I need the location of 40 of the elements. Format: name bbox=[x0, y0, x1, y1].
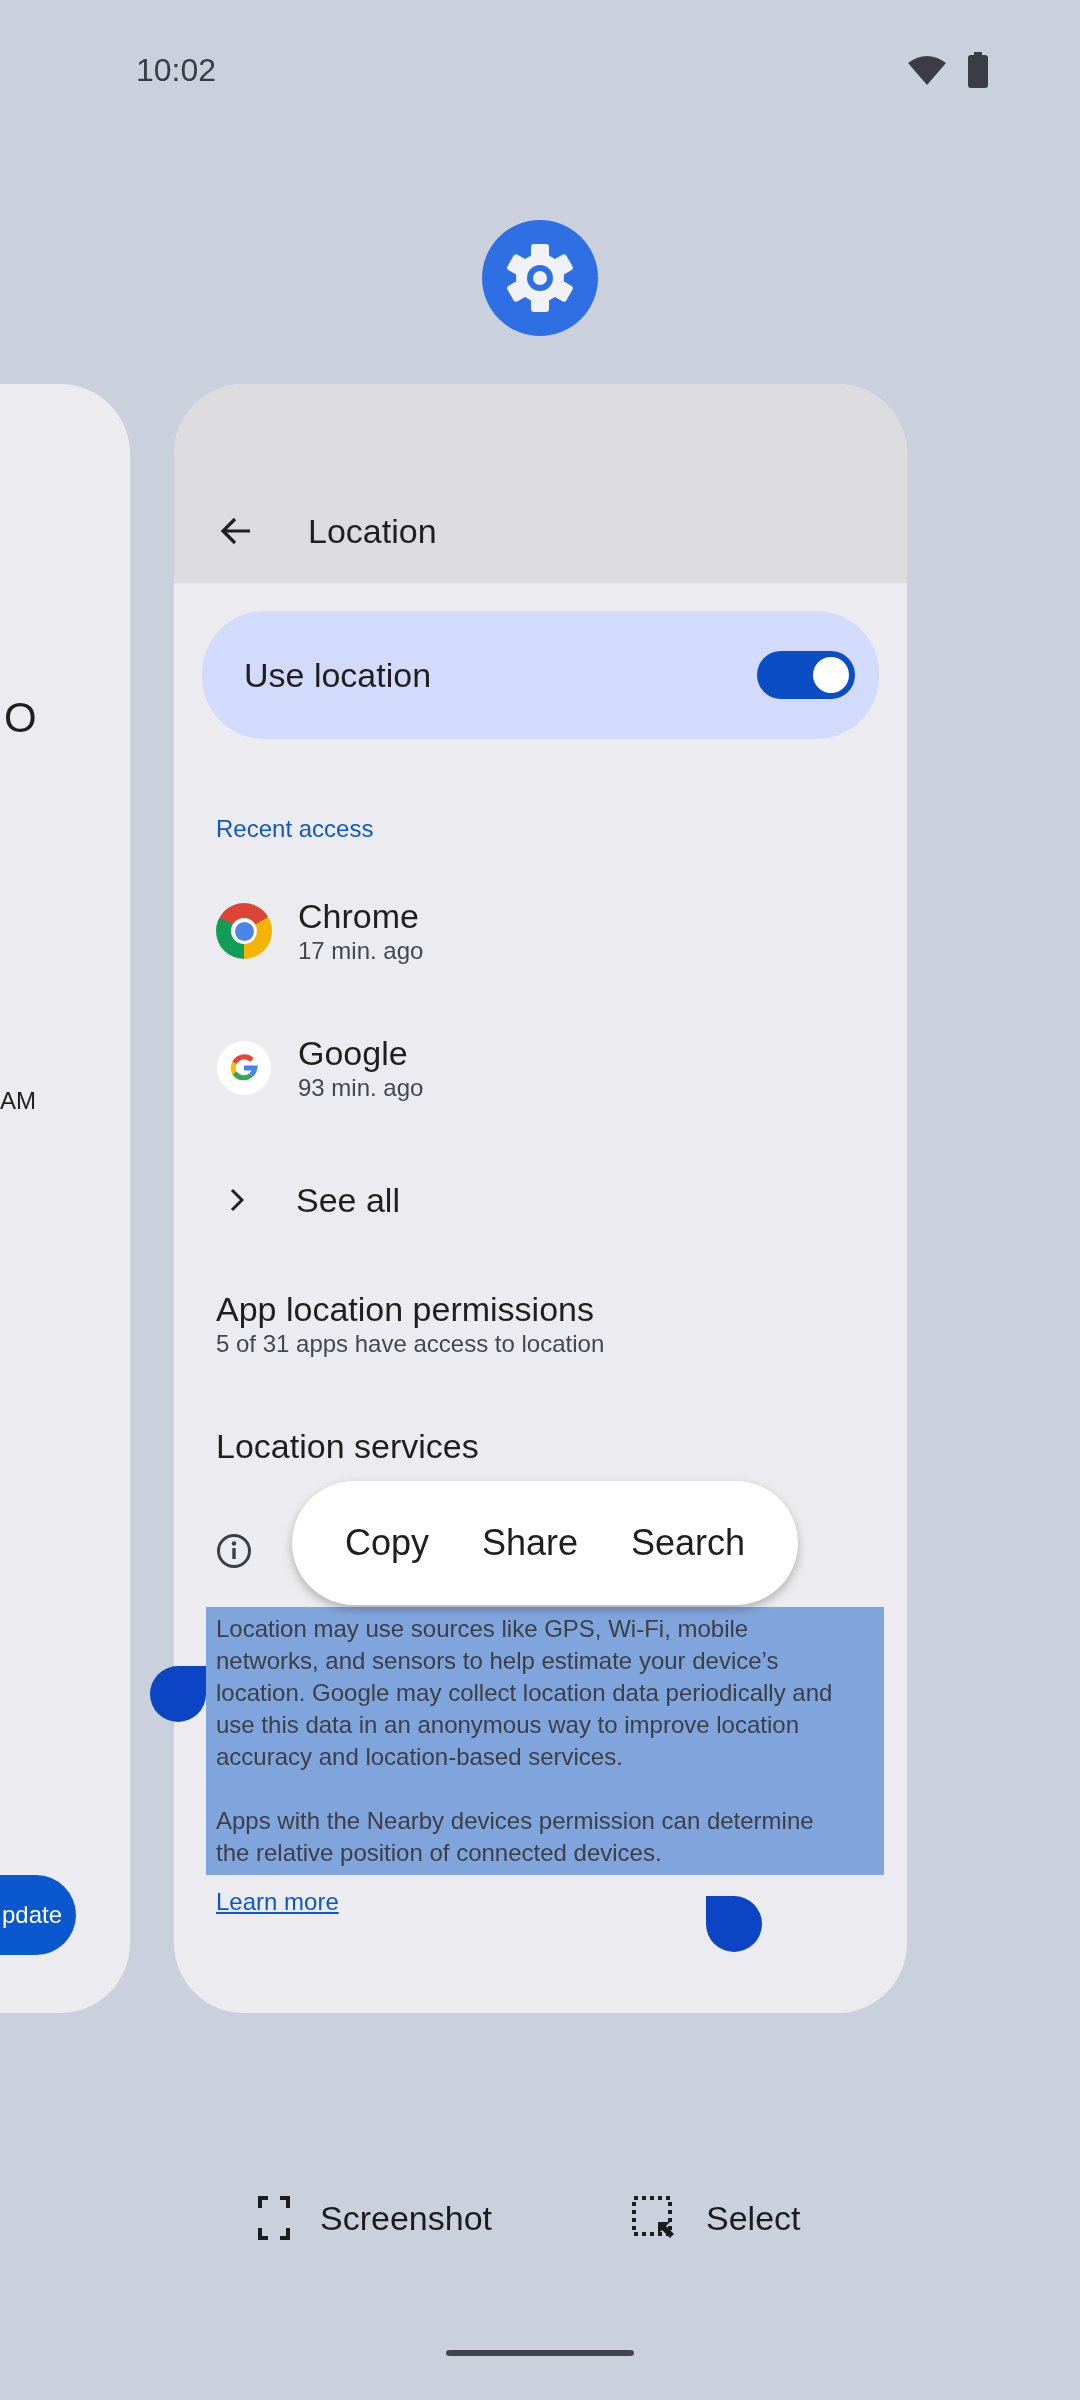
use-location-label: Use location bbox=[244, 655, 432, 695]
settings-icon[interactable] bbox=[482, 220, 598, 336]
update-button[interactable]: pdate bbox=[0, 1875, 76, 1955]
chevron-icon bbox=[230, 1188, 244, 1212]
card-time: AM bbox=[0, 1087, 36, 1115]
item-title: App location permissions bbox=[216, 1289, 595, 1329]
recent-app-item[interactable]: Google 93 min. ago bbox=[216, 1033, 424, 1103]
location-services-item[interactable]: Location services bbox=[216, 1426, 479, 1466]
battery-icon bbox=[968, 52, 988, 88]
description-text: Location may use sources like GPS, Wi-Fi, mobile networks, and sensors to help estimate your device’s location. Google may collect location data periodically and use this data in an anonymous way to improve location accuracy and location-based services. Apps with the Nearby devices permission can determine the relative position of connected devices. bbox=[206, 1607, 884, 1875]
menu-item[interactable]: Share bbox=[481, 1522, 578, 1564]
app-card[interactable]: O AM pdate bbox=[0, 384, 130, 2013]
app-name: Google bbox=[298, 1033, 409, 1073]
learn-more-link[interactable]: Learn more bbox=[216, 1887, 339, 1917]
access-time: 93 min. ago bbox=[298, 1073, 424, 1103]
menu-item[interactable]: Search bbox=[630, 1522, 745, 1564]
settings-card[interactable] bbox=[174, 384, 907, 2013]
use-location-row[interactable]: Use location bbox=[202, 611, 879, 739]
selection-handle[interactable] bbox=[150, 1666, 206, 1722]
chrome-icon bbox=[216, 903, 272, 959]
toggle-switch[interactable] bbox=[757, 651, 855, 699]
app-name: Chrome bbox=[298, 896, 420, 936]
page-title: Location bbox=[308, 511, 437, 551]
section-heading: Recent access bbox=[216, 814, 374, 844]
menu-item[interactable]: Copy bbox=[344, 1522, 429, 1564]
access-time: 17 min. ago bbox=[298, 936, 424, 966]
see-all-item[interactable]: See all bbox=[216, 1180, 400, 1220]
screenshot-icon bbox=[258, 2196, 290, 2240]
item-subtitle: 5 of 31 apps have access to location bbox=[216, 1329, 605, 1359]
wifi-icon bbox=[908, 55, 946, 85]
google-icon bbox=[216, 1040, 272, 1096]
action-button[interactable]: Select bbox=[632, 2196, 801, 2240]
action-button[interactable]: Screenshot bbox=[258, 2196, 492, 2240]
select-icon bbox=[632, 2196, 676, 2240]
back-icon[interactable] bbox=[220, 516, 252, 546]
status-time: 10:02 bbox=[136, 51, 217, 89]
recent-app-item[interactable]: Chrome 17 min. ago bbox=[216, 896, 424, 966]
info-icon bbox=[216, 1533, 252, 1569]
card-heading: O bbox=[4, 694, 37, 742]
permissions-item[interactable]: App location permissions 5 of 31 apps have access to location bbox=[216, 1289, 605, 1359]
